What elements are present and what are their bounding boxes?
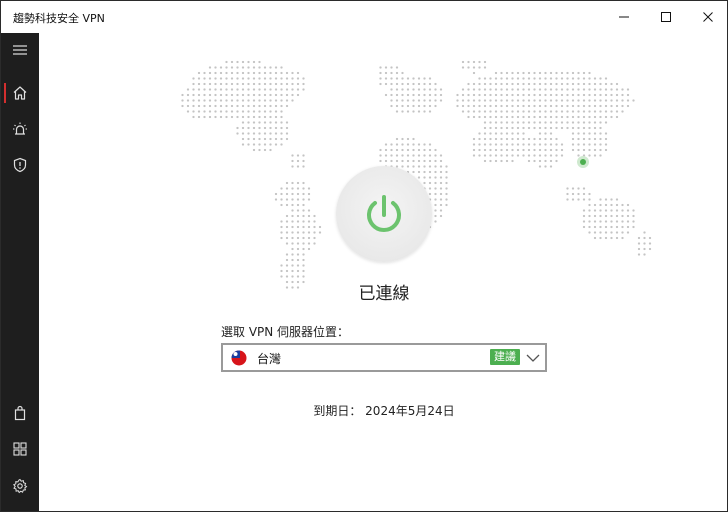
recommended-badge: 建議 (490, 349, 520, 365)
power-icon (367, 195, 401, 232)
menu-icon (13, 45, 27, 55)
minimize-button[interactable] (601, 1, 647, 33)
close-icon (703, 12, 713, 22)
title-bar[interactable]: 趨勢科技安全 VPN (1, 1, 727, 33)
selected-server-name: 台灣 (257, 352, 282, 366)
alert-bell-icon (13, 122, 27, 135)
sidebar (1, 33, 39, 511)
grid-apps-icon (13, 442, 27, 456)
server-select-label: 選取 VPN 伺服器位置： (221, 325, 350, 339)
close-button[interactable] (685, 1, 728, 33)
power-button[interactable] (336, 166, 432, 262)
shield-icon (13, 157, 27, 173)
server-location-dropdown[interactable]: 台灣 建議 (221, 343, 547, 372)
maximize-button[interactable] (643, 1, 689, 33)
maximize-icon (661, 12, 671, 22)
taiwan-flag-icon (231, 350, 247, 366)
expiry-date: 到期日： 2024年5月24日 (313, 404, 455, 418)
location-pin (580, 159, 586, 165)
sidebar-item-settings[interactable] (1, 469, 39, 503)
main-panel: 已連線 選取 VPN 伺服器位置： 台灣 建議 到期日： 2024年5月24日 (39, 33, 727, 511)
sidebar-item-apps[interactable] (1, 432, 39, 466)
sidebar-item-store[interactable] (1, 396, 39, 430)
connection-status: 已連線 (358, 284, 410, 304)
window-title: 趨勢科技安全 VPN (13, 12, 105, 25)
shopping-bag-icon (14, 405, 26, 421)
app-window: 趨勢科技安全 VPN 已連線 選取 VPN 伺服器位置： 台灣 建議 到期日： … (0, 0, 728, 512)
chevron-down-icon (526, 354, 540, 362)
home-icon (13, 86, 27, 100)
gear-icon (12, 478, 28, 494)
sidebar-item-home[interactable] (1, 76, 39, 110)
sidebar-item-security[interactable] (1, 148, 39, 182)
sidebar-item-alerts[interactable] (1, 112, 39, 146)
minimize-icon (619, 16, 629, 18)
menu-button[interactable] (1, 33, 39, 67)
